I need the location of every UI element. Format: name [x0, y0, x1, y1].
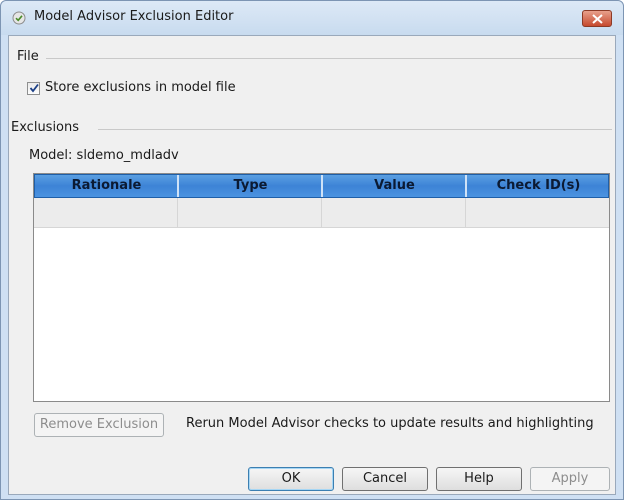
dialog-body: File Store exclusions in model file Excl…	[8, 35, 616, 495]
checkmark-icon	[29, 83, 39, 93]
cancel-button[interactable]: Cancel	[342, 467, 428, 491]
model-name-label: Model: sldemo_mdladv	[29, 148, 179, 163]
store-exclusions-checkbox[interactable]	[27, 82, 40, 95]
column-header-rationale[interactable]: Rationale	[35, 175, 178, 197]
column-header-check-ids[interactable]: Check ID(s)	[467, 175, 610, 197]
window-title: Model Advisor Exclusion Editor	[34, 9, 234, 24]
exclusions-group-divider	[98, 129, 612, 130]
remove-exclusion-button[interactable]: Remove Exclusion	[34, 413, 164, 437]
dialog-window: Model Advisor Exclusion Editor File Stor…	[0, 0, 624, 500]
checkmark-circle-icon	[12, 11, 26, 25]
exclusions-table[interactable]: Rationale Type Value Check ID(s)	[33, 173, 610, 402]
file-group-divider	[46, 58, 612, 59]
ok-button[interactable]: OK	[248, 467, 334, 491]
close-button[interactable]	[582, 10, 612, 27]
title-bar[interactable]: Model Advisor Exclusion Editor	[1, 1, 623, 35]
column-header-value[interactable]: Value	[323, 175, 466, 197]
apply-button[interactable]: Apply	[530, 467, 610, 491]
rerun-hint-text: Rerun Model Advisor checks to update res…	[186, 416, 594, 431]
help-button[interactable]: Help	[436, 467, 522, 491]
cell-divider	[465, 198, 466, 228]
column-header-type[interactable]: Type	[179, 175, 322, 197]
file-group-label: File	[17, 49, 43, 64]
cell-divider	[321, 198, 322, 228]
cell-divider	[177, 198, 178, 228]
exclusions-group-label: Exclusions	[11, 120, 84, 135]
store-exclusions-label[interactable]: Store exclusions in model file	[45, 80, 236, 95]
table-header: Rationale Type Value Check ID(s)	[34, 174, 609, 198]
